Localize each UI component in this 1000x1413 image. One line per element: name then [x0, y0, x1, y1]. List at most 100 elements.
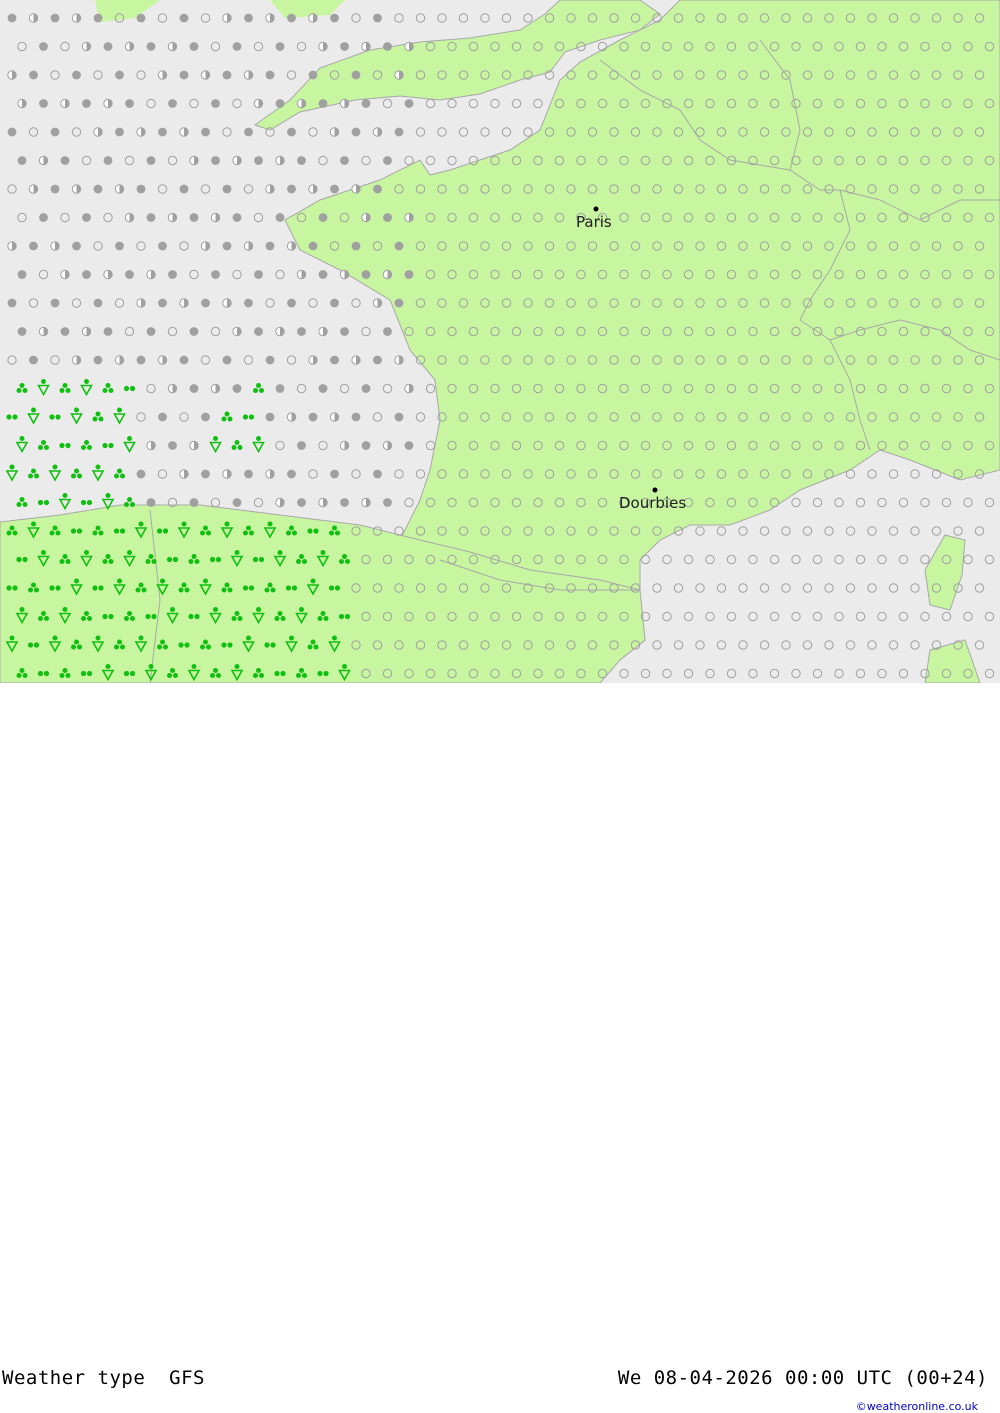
overcast-symbol — [103, 327, 113, 336]
heavy-rain-dot — [302, 559, 307, 564]
rain-dot — [264, 642, 270, 648]
heavy-rain-dot — [227, 416, 233, 422]
rain-dot — [12, 414, 18, 420]
rain-dot — [129, 385, 136, 392]
heavy-rain-dot — [231, 445, 237, 450]
weather-map: Paris Dourbies — [0, 0, 1000, 683]
city-label: Dourbies — [619, 494, 686, 512]
overcast-symbol — [254, 327, 263, 336]
overcast-symbol — [17, 156, 27, 165]
rain-dot — [55, 414, 61, 420]
rain-dot — [98, 585, 104, 591]
heavy-rain-dot — [286, 530, 291, 536]
heavy-rain-dot — [22, 673, 28, 678]
heavy-rain-dot — [81, 616, 86, 621]
heavy-rain-dot — [200, 644, 205, 650]
overcast-symbol — [244, 298, 253, 308]
overcast-symbol — [351, 70, 361, 80]
heavy-rain-dot — [127, 497, 132, 502]
overcast-symbol — [158, 241, 167, 251]
overcast-symbol — [211, 156, 220, 165]
heavy-rain-dot — [130, 616, 135, 621]
rain-dot — [166, 556, 173, 563]
heavy-rain-dot — [170, 668, 175, 673]
overcast-symbol — [330, 355, 339, 365]
overcast-symbol — [297, 498, 306, 507]
heavy-rain-dot — [270, 587, 276, 593]
shower-drop — [74, 578, 79, 584]
heavy-rain-dot — [292, 530, 297, 536]
heavy-rain-dot — [71, 473, 76, 479]
overcast-symbol — [222, 241, 232, 251]
overcast-symbol — [72, 70, 81, 80]
rain-dot — [123, 670, 130, 677]
product-name: Weather type — [2, 1367, 146, 1389]
heavy-rain-dot — [145, 559, 151, 564]
overcast-symbol — [136, 13, 146, 23]
overcast-symbol — [189, 498, 199, 507]
heavy-rain-dot — [221, 416, 227, 422]
overcast-symbol — [244, 469, 253, 479]
overcast-symbol — [297, 327, 306, 336]
overcast-symbol — [361, 99, 371, 108]
heavy-rain-dot — [210, 673, 215, 678]
overcast-symbol — [39, 42, 48, 51]
heavy-rain-dot — [335, 530, 340, 536]
heavy-rain-dot — [71, 644, 76, 650]
heavy-rain-dot — [124, 616, 129, 621]
heavy-rain-dot — [34, 587, 39, 593]
shower-drop — [148, 664, 154, 669]
city-marker — [593, 206, 599, 212]
overcast-symbol — [93, 355, 103, 365]
overcast-symbol — [287, 13, 296, 23]
shower-drop — [52, 635, 58, 641]
rain-dot — [178, 642, 184, 648]
rain-dot — [172, 556, 179, 563]
overcast-symbol — [275, 99, 285, 108]
overcast-symbol — [201, 469, 210, 479]
heavy-rain-dot — [246, 525, 251, 531]
overcast-symbol — [373, 13, 382, 23]
heavy-rain-dot — [62, 668, 68, 673]
overcast-symbol — [179, 70, 189, 80]
shower-drop — [138, 521, 144, 527]
heavy-rain-dot — [280, 616, 286, 621]
overcast-symbol — [168, 99, 177, 108]
heavy-rain-dot — [12, 530, 18, 536]
rain-dot — [313, 528, 319, 534]
overcast-symbol — [115, 70, 124, 80]
city-label: Paris — [576, 213, 612, 231]
rain-dot — [151, 613, 157, 620]
credit-link[interactable]: ©weatheronline.co.uk — [856, 1400, 978, 1413]
heavy-rain-dot — [16, 502, 22, 507]
overcast-symbol — [351, 412, 361, 422]
heavy-rain-dot — [329, 530, 334, 536]
overcast-symbol — [244, 13, 253, 23]
overcast-symbol — [60, 156, 70, 165]
overcast-symbol — [330, 469, 339, 479]
shower-drop — [256, 436, 261, 441]
overcast-symbol — [189, 384, 199, 393]
heavy-rain-dot — [65, 673, 71, 678]
heavy-rain-dot — [59, 559, 65, 564]
overcast-symbol — [201, 127, 210, 137]
rain-dot — [86, 499, 93, 506]
overcast-symbol — [351, 241, 361, 251]
overcast-symbol — [93, 184, 103, 194]
map-title: Weather type GFS — [2, 1367, 205, 1389]
shower-drop — [224, 521, 230, 527]
heavy-rain-dot — [234, 611, 240, 616]
heavy-rain-dot — [224, 582, 230, 588]
rain-dot — [209, 556, 216, 563]
heavy-rain-dot — [163, 644, 168, 650]
overcast-symbol — [82, 99, 91, 108]
overcast-symbol — [232, 384, 242, 393]
shower-drop — [127, 436, 132, 441]
rain-dot — [92, 585, 98, 591]
heavy-rain-dot — [41, 611, 46, 616]
overcast-symbol — [394, 127, 404, 137]
heavy-rain-dot — [87, 616, 92, 621]
rain-dot — [334, 585, 341, 591]
rain-dot — [59, 442, 65, 449]
overcast-symbol — [125, 270, 134, 279]
